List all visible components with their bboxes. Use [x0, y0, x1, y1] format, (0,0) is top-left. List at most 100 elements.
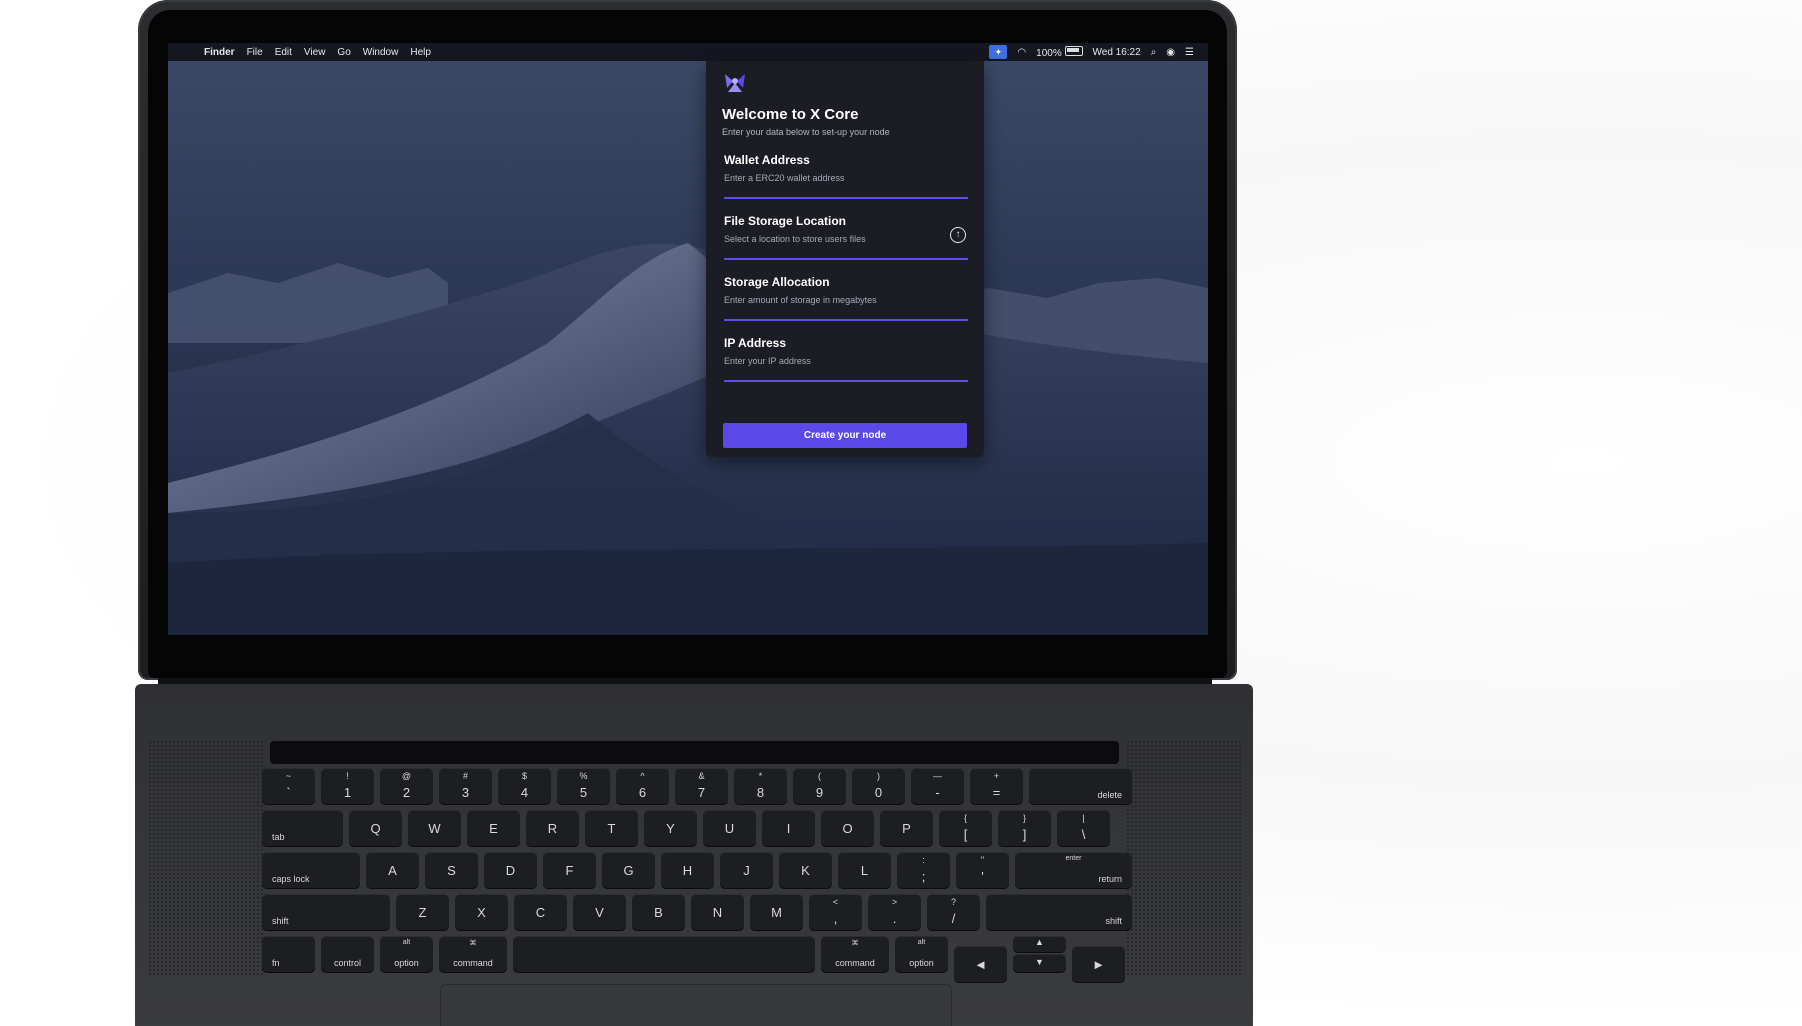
key-return[interactable]: enter return — [1015, 852, 1132, 888]
key-option-left[interactable]: alt option — [380, 936, 433, 972]
key-8[interactable]: * 8 — [734, 768, 787, 804]
key-3[interactable]: #3 — [439, 768, 492, 804]
key-caps-lock[interactable]: caps lock — [262, 852, 360, 888]
notification-center-icon[interactable]: ☰ — [1185, 47, 1194, 58]
key-7[interactable]: & 7 — [675, 768, 728, 804]
key-y[interactable]: Y — [644, 810, 697, 846]
key-punct4-2[interactable]: ? / — [927, 894, 980, 930]
ip-address-field[interactable]: IP Address Enter your IP address — [724, 332, 968, 382]
key-d-single-text: D — [505, 863, 516, 878]
key-arrow-right[interactable]: ► — [1072, 946, 1125, 982]
key-i[interactable]: I — [762, 810, 815, 846]
key-punct-0[interactable]: :; — [897, 852, 950, 888]
file-storage-location-field[interactable]: File Storage Location Select a location … — [724, 210, 968, 260]
key-bracket-2[interactable]: | \ — [1057, 810, 1110, 846]
key-e[interactable]: E — [467, 810, 520, 846]
key-bracket-0-bot-text: [ — [963, 827, 968, 842]
key-punct4-1[interactable]: >. — [868, 894, 921, 930]
key-space[interactable] — [513, 936, 815, 972]
menu-go[interactable]: Go — [337, 47, 350, 58]
key-z-single-text: Z — [418, 905, 427, 920]
key-11[interactable]: — - — [911, 768, 964, 804]
key-punct-1-bot-text: ' — [981, 869, 984, 884]
key-control[interactable]: control — [321, 936, 374, 972]
key-l[interactable]: L — [838, 852, 891, 888]
key-n[interactable]: N — [691, 894, 744, 930]
key-c[interactable]: C — [514, 894, 567, 930]
key-a[interactable]: A — [366, 852, 419, 888]
key-command-left[interactable]: ⌘ command — [439, 936, 507, 972]
key-v[interactable]: V — [573, 894, 626, 930]
key-bracket-1[interactable]: }] — [998, 810, 1051, 846]
key-option-right[interactable]: alt option — [895, 936, 948, 972]
key-punct4-0[interactable]: <, — [809, 894, 862, 930]
key-s[interactable]: S — [425, 852, 478, 888]
key-d[interactable]: D — [484, 852, 537, 888]
key-0-top-text: ~ — [285, 771, 292, 781]
search-icon[interactable]: ⌕ — [1151, 47, 1157, 58]
key-m[interactable]: M — [750, 894, 803, 930]
clock[interactable]: Wed 16:22 — [1093, 47, 1141, 58]
touch-bar[interactable] — [270, 741, 1119, 764]
key-t[interactable]: T — [585, 810, 638, 846]
key-command-left-modtop-text: ⌘ — [469, 940, 477, 947]
menu-view[interactable]: View — [304, 47, 326, 58]
key-12[interactable]: + = — [970, 768, 1023, 804]
key-command-right-modc-text: command — [835, 958, 875, 968]
key-j[interactable]: J — [720, 852, 773, 888]
key-arrow-left[interactable]: ◄ — [954, 946, 1007, 982]
wallet-address-field[interactable]: Wallet Address Enter a ERC20 wallet addr… — [724, 149, 968, 199]
key-z[interactable]: Z — [396, 894, 449, 930]
key-1[interactable]: ! 1 — [321, 768, 374, 804]
key-p[interactable]: P — [880, 810, 933, 846]
key-0[interactable]: ~ ` — [262, 768, 315, 804]
menu-edit[interactable]: Edit — [275, 47, 292, 58]
upload-icon[interactable]: ↑ — [950, 227, 966, 243]
key-9[interactable]: (9 — [793, 768, 846, 804]
key-10[interactable]: ) 0 — [852, 768, 905, 804]
key-u[interactable]: U — [703, 810, 756, 846]
key-delete[interactable]: delete — [1029, 768, 1132, 804]
menu-window[interactable]: Window — [363, 47, 399, 58]
wallet-address-label: Wallet Address — [724, 153, 810, 167]
key-v-single-text: V — [595, 905, 604, 920]
key-12-top-text: + — [993, 771, 1000, 781]
battery-status[interactable]: 100% — [1036, 45, 1083, 59]
key-9-top-text: ( — [818, 771, 821, 781]
wifi-icon[interactable]: ◠ — [1017, 47, 1026, 58]
key-option-left-modc-text: option — [394, 958, 419, 968]
key-b[interactable]: B — [632, 894, 685, 930]
key-tab[interactable]: tab — [262, 810, 343, 846]
key-k[interactable]: K — [779, 852, 832, 888]
key-bracket-0[interactable]: {[ — [939, 810, 992, 846]
key-command-right[interactable]: ⌘ command — [821, 936, 889, 972]
siri-icon[interactable]: ◉ — [1166, 47, 1175, 58]
key-x[interactable]: X — [455, 894, 508, 930]
key-q[interactable]: Q — [349, 810, 402, 846]
key-fn[interactable]: fn — [262, 936, 315, 972]
key-h[interactable]: H — [661, 852, 714, 888]
key-arrow-up[interactable]: ▲ — [1013, 936, 1066, 952]
create-node-button[interactable]: Create your node — [723, 423, 967, 448]
key-shift-right[interactable]: shift — [986, 894, 1132, 930]
key-4[interactable]: $4 — [498, 768, 551, 804]
key-shift-left[interactable]: shift — [262, 894, 390, 930]
storage-allocation-field[interactable]: Storage Allocation Enter amount of stora… — [724, 271, 968, 321]
xcore-tray-icon[interactable]: ✦ — [989, 45, 1008, 59]
key-2[interactable]: @2 — [380, 768, 433, 804]
key-punct-1[interactable]: " ' — [956, 852, 1009, 888]
key-f[interactable]: F — [543, 852, 596, 888]
key-6-top-text: ^ — [640, 771, 645, 781]
menu-file[interactable]: File — [247, 47, 263, 58]
key-w[interactable]: W — [408, 810, 461, 846]
key-g[interactable]: G — [602, 852, 655, 888]
key-o[interactable]: O — [821, 810, 874, 846]
menu-app-name[interactable]: Finder — [204, 47, 235, 58]
key-r[interactable]: R — [526, 810, 579, 846]
key-5[interactable]: % 5 — [557, 768, 610, 804]
key-6[interactable]: ^ 6 — [616, 768, 669, 804]
trackpad[interactable] — [440, 984, 952, 1026]
key-a-single-text: A — [388, 863, 397, 878]
key-arrow-down[interactable]: ▼ — [1013, 954, 1066, 972]
menu-help[interactable]: Help — [410, 47, 431, 58]
